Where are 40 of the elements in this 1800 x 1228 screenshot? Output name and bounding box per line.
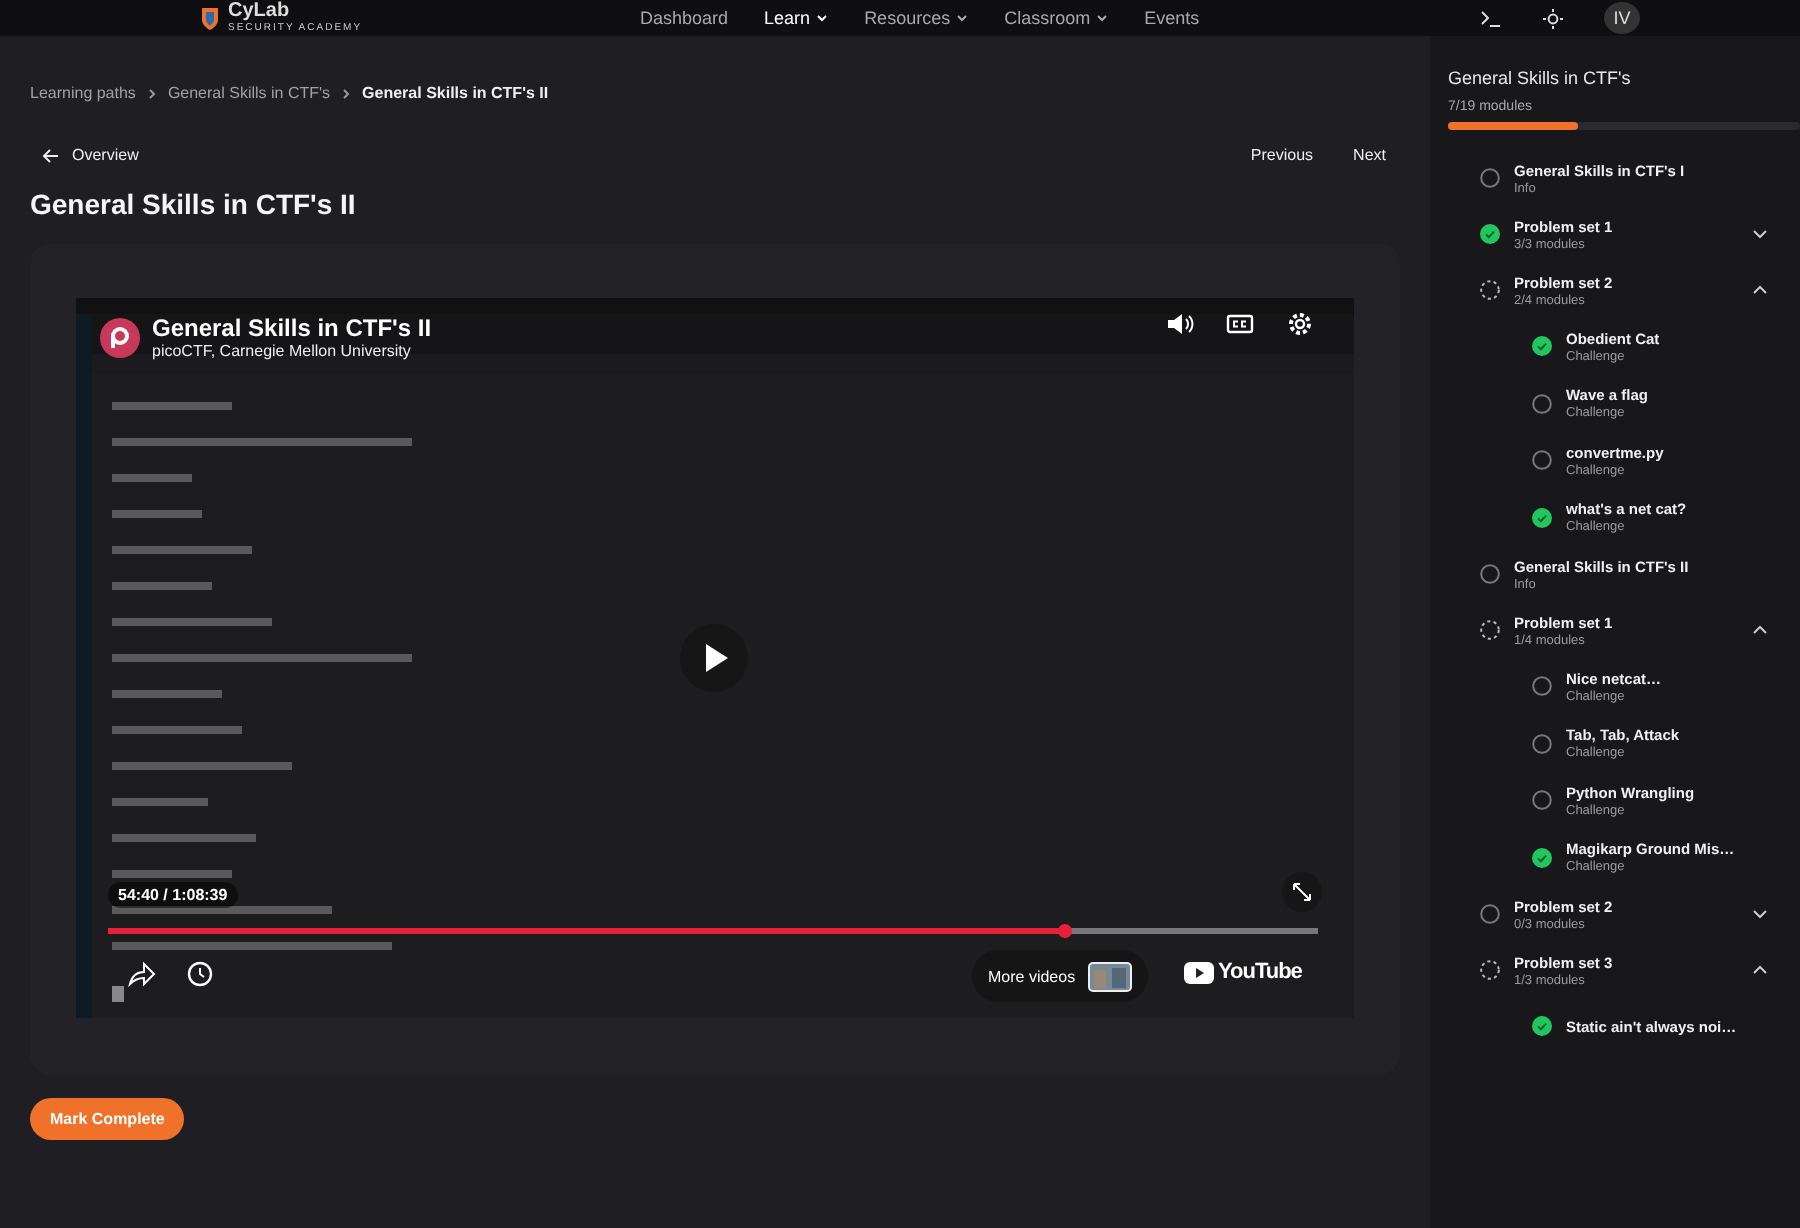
pager-button[interactable]: Previous bbox=[1250, 146, 1314, 164]
sun-icon[interactable] bbox=[1542, 7, 1564, 29]
captions-icon[interactable] bbox=[1226, 310, 1254, 338]
volume-icon[interactable] bbox=[1166, 310, 1194, 338]
chevron-up-icon[interactable] bbox=[1752, 962, 1768, 978]
play-button[interactable] bbox=[680, 624, 748, 692]
pager-button[interactable]: Next bbox=[1353, 146, 1386, 164]
chevron-down-icon[interactable] bbox=[1752, 906, 1768, 922]
more-videos-button[interactable]: More videos bbox=[972, 950, 1148, 1002]
chevron-up-icon[interactable] bbox=[1752, 282, 1768, 298]
video-time: 54:40 / 1:08:39 bbox=[108, 882, 238, 908]
user-avatar[interactable]: IV bbox=[1604, 2, 1640, 34]
channel-name[interactable]: picoCTF, Carnegie Mellon University bbox=[152, 342, 432, 360]
brand-name[interactable]: YouTube bbox=[1218, 960, 1302, 984]
breadcrumb-link[interactable]: General Skills in CTF's bbox=[167, 84, 331, 102]
overview-link[interactable]: Overview bbox=[30, 146, 139, 164]
chevron-down-icon[interactable] bbox=[1752, 226, 1768, 242]
chevron-right-icon bbox=[145, 87, 158, 99]
logo-name: CyLab bbox=[228, 2, 292, 22]
nav-link[interactable]: Resources bbox=[864, 8, 969, 28]
nav-link[interactable]: Dashboard bbox=[640, 8, 729, 28]
clock-icon[interactable] bbox=[186, 960, 214, 988]
breadcrumb-link[interactable]: General Skills in CTF's II bbox=[362, 84, 549, 102]
thumbnail-icon bbox=[1087, 961, 1132, 991]
terminal-icon[interactable] bbox=[1480, 7, 1502, 29]
share-icon[interactable] bbox=[128, 960, 156, 988]
progress-track[interactable] bbox=[108, 928, 1318, 934]
shield-logo-icon bbox=[200, 6, 220, 30]
settings-icon[interactable] bbox=[1286, 310, 1314, 338]
chevron-up-icon[interactable] bbox=[1752, 622, 1768, 638]
fullscreen-icon[interactable] bbox=[1282, 872, 1322, 912]
nav-link[interactable]: Classroom bbox=[1004, 8, 1109, 28]
video-title[interactable]: General Skills in CTF's II bbox=[152, 314, 432, 342]
breadcrumb-link[interactable]: Learning paths bbox=[30, 84, 136, 102]
chevron-right-icon bbox=[340, 87, 353, 99]
nav-link[interactable]: Learn bbox=[764, 8, 829, 28]
path-title: General Skills in CTF's bbox=[1448, 68, 1633, 88]
page-title: General Skills in CTF's II bbox=[30, 188, 358, 220]
nav-link[interactable]: Events bbox=[1144, 8, 1200, 28]
arrow-left-icon bbox=[42, 147, 60, 163]
